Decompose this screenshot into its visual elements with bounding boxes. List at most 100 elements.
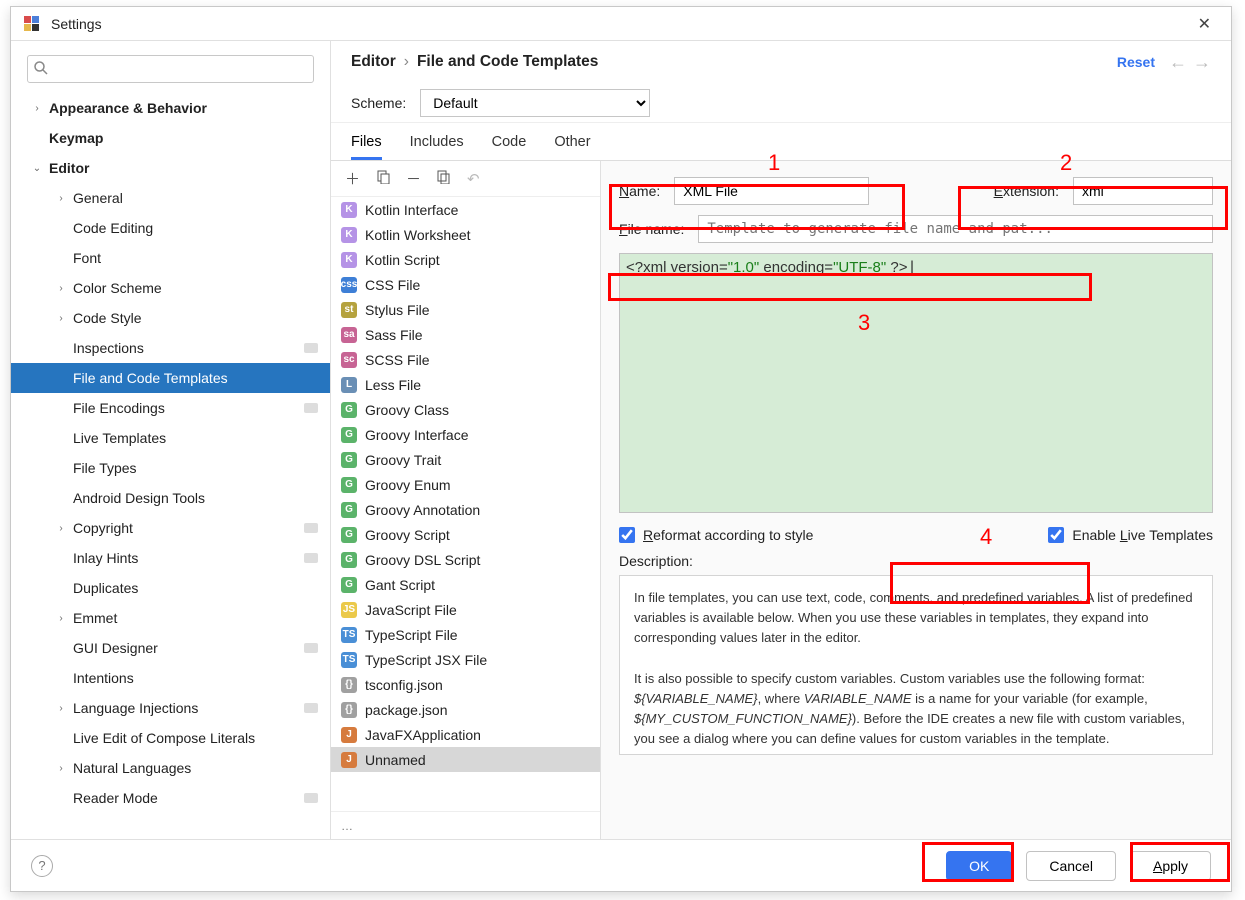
- file-type-icon: G: [341, 477, 357, 493]
- close-button[interactable]: ✕: [1190, 10, 1219, 38]
- sidebar-item-reader-mode[interactable]: Reader Mode: [11, 783, 330, 813]
- sidebar-item-intentions[interactable]: Intentions: [11, 663, 330, 693]
- sidebar-item-inspections[interactable]: Inspections: [11, 333, 330, 363]
- sidebar-item-label: Font: [73, 250, 101, 266]
- sidebar-item-keymap[interactable]: Keymap: [11, 123, 330, 153]
- template-item-less-file[interactable]: LLess File: [331, 372, 600, 397]
- template-item-gant-script[interactable]: GGant Script: [331, 572, 600, 597]
- tab-code[interactable]: Code: [492, 134, 527, 160]
- sidebar-item-label: Color Scheme: [73, 280, 162, 296]
- template-item-kotlin-interface[interactable]: KKotlin Interface: [331, 197, 600, 222]
- template-item-unnamed[interactable]: JUnnamed: [331, 747, 600, 772]
- sidebar-item-label: Appearance & Behavior: [49, 100, 207, 116]
- copy-template-button[interactable]: [376, 170, 390, 188]
- template-item-groovy-enum[interactable]: G Groovy Enum: [331, 472, 600, 497]
- sidebar-item-gui-designer[interactable]: GUI Designer: [11, 633, 330, 663]
- chevron-icon: ›: [53, 613, 69, 624]
- sidebar-item-color-scheme[interactable]: ›Color Scheme: [11, 273, 330, 303]
- breadcrumb-leaf: File and Code Templates: [417, 53, 598, 71]
- template-item-package-json[interactable]: {}package.json: [331, 697, 600, 722]
- remove-button[interactable]: －: [406, 168, 421, 189]
- sidebar-item-label: File and Code Templates: [73, 370, 228, 386]
- tab-includes[interactable]: Includes: [410, 134, 464, 160]
- sidebar-item-natural-languages[interactable]: ›Natural Languages: [11, 753, 330, 783]
- search-input[interactable]: [27, 55, 314, 83]
- apply-button[interactable]: Apply: [1130, 851, 1211, 881]
- ok-button[interactable]: OK: [946, 851, 1012, 881]
- template-item-groovy-annotation[interactable]: GGroovy Annotation: [331, 497, 600, 522]
- tab-other[interactable]: Other: [554, 134, 590, 160]
- sidebar-item-android-design-tools[interactable]: Android Design Tools: [11, 483, 330, 513]
- template-item-label: Gant Script: [365, 577, 435, 593]
- scheme-label: Scheme:: [351, 95, 406, 111]
- search-box: [27, 55, 314, 83]
- nav-forward-icon[interactable]: →: [1193, 52, 1211, 73]
- live-templates-checkbox[interactable]: Enable Live Templates: [1048, 527, 1213, 543]
- sidebar-item-file-encodings[interactable]: File Encodings: [11, 393, 330, 423]
- template-name-input[interactable]: [674, 177, 869, 205]
- file-type-icon: K: [341, 202, 357, 218]
- reformat-label: eformat according to style: [653, 527, 813, 543]
- sidebar-item-language-injections[interactable]: › Language Injections: [11, 693, 330, 723]
- add-button[interactable]: ＋: [345, 168, 360, 189]
- template-extension-input[interactable]: [1073, 177, 1213, 205]
- template-item-groovy-trait[interactable]: GGroovy Trait: [331, 447, 600, 472]
- template-item-groovy-class[interactable]: GGroovy Class: [331, 397, 600, 422]
- scheme-row: Scheme: Default: [331, 83, 1231, 123]
- template-item-css-file[interactable]: cssCSS File: [331, 272, 600, 297]
- template-item-typescript-jsx-file[interactable]: TSTypeScript JSX File: [331, 647, 600, 672]
- reset-link[interactable]: Reset: [1117, 54, 1155, 70]
- sidebar-item-font[interactable]: Font: [11, 243, 330, 273]
- scheme-select[interactable]: Default: [420, 89, 650, 117]
- sidebar-item-file-and-code-templates[interactable]: File and Code Templates: [11, 363, 330, 393]
- extension-label: Extension:: [994, 183, 1059, 199]
- template-list-panel: ＋ － ↶ KKotlin InterfaceKKotlin Worksheet…: [331, 161, 601, 839]
- file-type-icon: K: [341, 227, 357, 243]
- template-item-groovy-interface[interactable]: GGroovy Interface: [331, 422, 600, 447]
- sidebar-item-label: Code Editing: [73, 220, 153, 236]
- duplicate-button[interactable]: [437, 170, 451, 188]
- chevron-icon: ›: [53, 703, 69, 714]
- file-type-icon: G: [341, 552, 357, 568]
- sidebar-item-live-templates[interactable]: Live Templates: [11, 423, 330, 453]
- file-type-icon: J: [341, 727, 357, 743]
- sidebar-item-appearance-behavior[interactable]: ›Appearance & Behavior: [11, 93, 330, 123]
- file-type-icon: TS: [341, 627, 357, 643]
- sidebar-item-label: Language Injections: [73, 700, 198, 716]
- template-item-groovy-script[interactable]: GGroovy Script: [331, 522, 600, 547]
- sidebar-item-label: Reader Mode: [73, 790, 158, 806]
- template-item-typescript-file[interactable]: TSTypeScript File: [331, 622, 600, 647]
- template-item-tsconfig-json[interactable]: {}tsconfig.json: [331, 672, 600, 697]
- sidebar-item-file-types[interactable]: File Types: [11, 453, 330, 483]
- template-item-scss-file[interactable]: scSCSS File: [331, 347, 600, 372]
- undo-button[interactable]: ↶: [467, 170, 480, 188]
- template-item-label: Groovy Annotation: [365, 502, 480, 518]
- template-item-kotlin-worksheet[interactable]: KKotlin Worksheet: [331, 222, 600, 247]
- reformat-checkbox[interactable]: Reformat according to style: [619, 527, 813, 543]
- tab-files[interactable]: Files: [351, 134, 382, 160]
- template-item-javafxapplication[interactable]: JJavaFXApplication: [331, 722, 600, 747]
- sidebar-item-code-style[interactable]: ›Code Style: [11, 303, 330, 333]
- template-item-kotlin-script[interactable]: KKotlin Script: [331, 247, 600, 272]
- template-item-stylus-file[interactable]: stStylus File: [331, 297, 600, 322]
- template-item-label: Unnamed: [365, 752, 426, 768]
- sidebar-item-editor[interactable]: ⌄Editor: [11, 153, 330, 183]
- template-code-editor[interactable]: <?xml version="1.0" encoding="UTF-8" ?>|: [619, 253, 1213, 513]
- template-filename-input[interactable]: [698, 215, 1213, 243]
- sidebar-item-duplicates[interactable]: Duplicates: [11, 573, 330, 603]
- help-button[interactable]: ?: [31, 855, 53, 877]
- sidebar-item-emmet[interactable]: ›Emmet: [11, 603, 330, 633]
- sidebar-item-code-editing[interactable]: Code Editing: [11, 213, 330, 243]
- sidebar-item-copyright[interactable]: ›Copyright: [11, 513, 330, 543]
- template-item-javascript-file[interactable]: JSJavaScript File: [331, 597, 600, 622]
- template-item-sass-file[interactable]: saSass File: [331, 322, 600, 347]
- sidebar-item-inlay-hints[interactable]: Inlay Hints: [11, 543, 330, 573]
- template-item-label: Groovy Enum: [365, 477, 451, 493]
- cancel-button[interactable]: Cancel: [1026, 851, 1116, 881]
- sidebar-item-live-edit-of-compose-literals[interactable]: Live Edit of Compose Literals: [11, 723, 330, 753]
- nav-back-icon[interactable]: ←: [1169, 52, 1187, 73]
- sidebar-item-general[interactable]: ›General: [11, 183, 330, 213]
- sidebar-item-label: Natural Languages: [73, 760, 191, 776]
- template-editor: Name: Extension: File name: <?xml versio…: [601, 161, 1231, 839]
- template-item-groovy-dsl-script[interactable]: GGroovy DSL Script: [331, 547, 600, 572]
